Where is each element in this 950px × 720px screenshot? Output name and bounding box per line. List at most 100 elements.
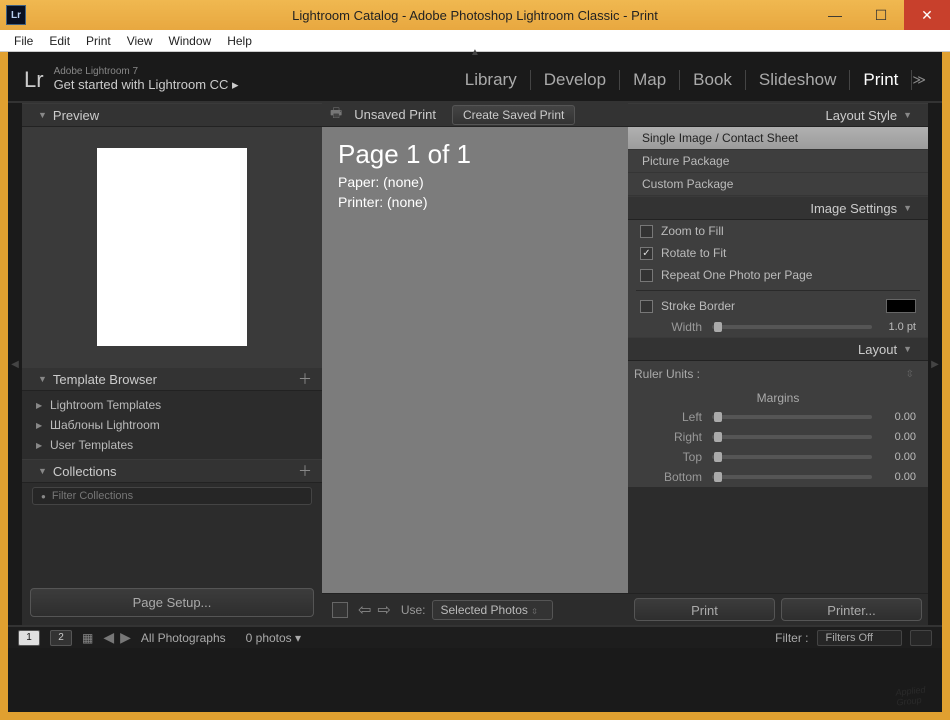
margin-right-label: Right	[658, 430, 702, 444]
margin-right-value[interactable]: 0.00	[882, 431, 916, 443]
module-header: Lr Adobe Lightroom 7 Get started with Li…	[8, 52, 942, 102]
module-library[interactable]: Library	[452, 70, 531, 90]
module-develop[interactable]: Develop	[531, 70, 620, 90]
filter-lock-button[interactable]	[910, 630, 932, 646]
filmstrip-toolbar: 1 2 ▦ ◀ ▶ All Photographs 0 photos ▾ Fil…	[8, 626, 942, 648]
template-tree: Lightroom Templates Шаблоны Lightroom Us…	[22, 391, 322, 459]
stroke-width-label: Width	[658, 320, 702, 334]
stroke-width-value[interactable]: 1.0 pt	[882, 321, 916, 333]
margin-bottom-slider[interactable]	[712, 475, 872, 479]
add-collection-button[interactable]: ＋	[298, 461, 312, 481]
create-saved-print-button[interactable]: Create Saved Print	[452, 105, 575, 125]
menu-edit[interactable]: Edit	[41, 32, 78, 50]
rotate-to-fit-label: Rotate to Fit	[661, 246, 726, 260]
window-maximize-button[interactable]: ☐	[858, 0, 904, 30]
menu-file[interactable]: File	[6, 32, 41, 50]
ruler-units-label: Ruler Units :	[634, 367, 700, 381]
preview-title: Preview	[53, 108, 99, 123]
margin-left-slider[interactable]	[712, 415, 872, 419]
window-title: Lightroom Catalog - Adobe Photoshop Ligh…	[0, 8, 950, 23]
margin-top-slider[interactable]	[712, 455, 872, 459]
margin-bottom-value[interactable]: 0.00	[882, 471, 916, 483]
next-page-button[interactable]: ⇨	[377, 600, 390, 620]
prev-page-button[interactable]: ⇦	[358, 600, 371, 620]
layout-style-header[interactable]: Layout Style ▼	[628, 103, 928, 127]
window-close-button[interactable]: ✕	[904, 0, 950, 30]
filmstrip-next-button[interactable]: ▶	[120, 629, 131, 646]
template-folder[interactable]: Шаблоны Lightroom	[22, 415, 322, 435]
second-window-button[interactable]: 2	[50, 630, 72, 646]
menu-window[interactable]: Window	[161, 32, 220, 50]
layout-style-option[interactable]: Custom Package	[628, 173, 928, 196]
right-panel-grip[interactable]: ▶	[928, 103, 942, 625]
printer-button[interactable]: Printer...	[781, 598, 922, 621]
selection-checkbox[interactable]	[332, 602, 348, 618]
stroke-border-checkbox[interactable]	[640, 300, 653, 313]
window-titlebar: Lr Lightroom Catalog - Adobe Photoshop L…	[0, 0, 950, 30]
module-map[interactable]: Map	[620, 70, 680, 90]
module-slideshow[interactable]: Slideshow	[746, 70, 851, 90]
filter-collections-placeholder: Filter Collections	[52, 490, 133, 502]
main-columns: ◀ ▼ Preview ▼ Template Browser ＋ Lightro…	[8, 102, 942, 626]
disclosure-triangle-icon: ▼	[903, 203, 912, 213]
filter-selector[interactable]: Filters Off	[817, 630, 902, 646]
template-browser-title: Template Browser	[53, 372, 157, 387]
menu-print[interactable]: Print	[78, 32, 119, 50]
template-folder[interactable]: User Templates	[22, 435, 322, 455]
module-book[interactable]: Book	[680, 70, 746, 90]
paper-label: Paper: (none)	[338, 174, 612, 190]
filter-collections-input[interactable]: Filter Collections	[32, 487, 312, 505]
filmstrip-count[interactable]: 0 photos ▾	[246, 631, 301, 645]
add-template-button[interactable]: ＋	[298, 369, 312, 389]
preview-panel-header[interactable]: ▼ Preview	[22, 103, 322, 127]
image-settings-body: Zoom to Fill ✓ Rotate to Fit Repeat One …	[628, 220, 928, 337]
window-minimize-button[interactable]: —	[812, 0, 858, 30]
page-setup-button[interactable]: Page Setup...	[30, 588, 314, 617]
print-canvas: Page 1 of 1 Paper: (none) Printer: (none…	[322, 127, 628, 593]
layout-title: Layout	[858, 342, 897, 357]
margin-right-slider[interactable]	[712, 435, 872, 439]
zoom-to-fill-checkbox[interactable]	[640, 225, 653, 238]
filmstrip: AppliedGroup	[8, 648, 942, 712]
margin-top-value[interactable]: 0.00	[882, 451, 916, 463]
repeat-one-checkbox[interactable]	[640, 269, 653, 282]
layout-header[interactable]: Layout ▼	[628, 337, 928, 361]
menu-view[interactable]: View	[119, 32, 161, 50]
filmstrip-prev-button[interactable]: ◀	[103, 629, 114, 646]
template-folder[interactable]: Lightroom Templates	[22, 395, 322, 415]
disclosure-triangle-icon: ▼	[38, 374, 47, 384]
main-window-button[interactable]: 1	[18, 630, 40, 646]
layout-style-option[interactable]: Picture Package	[628, 150, 928, 173]
use-selector[interactable]: Selected Photos ⇳	[432, 600, 553, 620]
left-panel-grip[interactable]: ◀	[8, 103, 22, 625]
brand-tagline[interactable]: Get started with Lightroom CC ▸	[54, 77, 239, 93]
page-setup-row: Page Setup...	[22, 580, 322, 625]
module-overflow-icon[interactable]: ≫	[912, 72, 926, 88]
center-panel: 🖶 Unsaved Print Create Saved Print Page …	[322, 103, 628, 625]
print-button[interactable]: Print	[634, 598, 775, 621]
grid-icon[interactable]: ▦	[82, 631, 93, 645]
image-settings-title: Image Settings	[810, 201, 897, 216]
stroke-color-swatch[interactable]	[886, 299, 916, 313]
layout-style-option[interactable]: Single Image / Contact Sheet	[628, 127, 928, 150]
margin-top-label: Top	[658, 450, 702, 464]
margin-bottom-label: Bottom	[658, 470, 702, 484]
left-panel: ▼ Preview ▼ Template Browser ＋ Lightroom…	[22, 103, 322, 625]
image-settings-header[interactable]: Image Settings ▼	[628, 196, 928, 220]
filmstrip-source[interactable]: All Photographs	[141, 631, 226, 645]
right-footer: Print Printer...	[628, 593, 928, 625]
stroke-width-slider[interactable]	[712, 325, 872, 329]
disclosure-triangle-icon: ▼	[903, 344, 912, 354]
menu-help[interactable]: Help	[219, 32, 260, 50]
preview-page	[97, 148, 247, 346]
printer-label: Printer: (none)	[338, 194, 612, 210]
template-browser-header[interactable]: ▼ Template Browser ＋	[22, 367, 322, 391]
app-icon: Lr	[6, 5, 26, 25]
module-print[interactable]: Print	[850, 70, 912, 90]
center-footer: ⇦ ⇨ Use: Selected Photos ⇳	[322, 593, 628, 625]
rotate-to-fit-checkbox[interactable]: ✓	[640, 247, 653, 260]
collections-header[interactable]: ▼ Collections ＋	[22, 459, 322, 483]
brand-block: Lr Adobe Lightroom 7 Get started with Li…	[24, 66, 239, 93]
margin-left-value[interactable]: 0.00	[882, 411, 916, 423]
top-panel-grip[interactable]: ▲	[470, 47, 480, 58]
